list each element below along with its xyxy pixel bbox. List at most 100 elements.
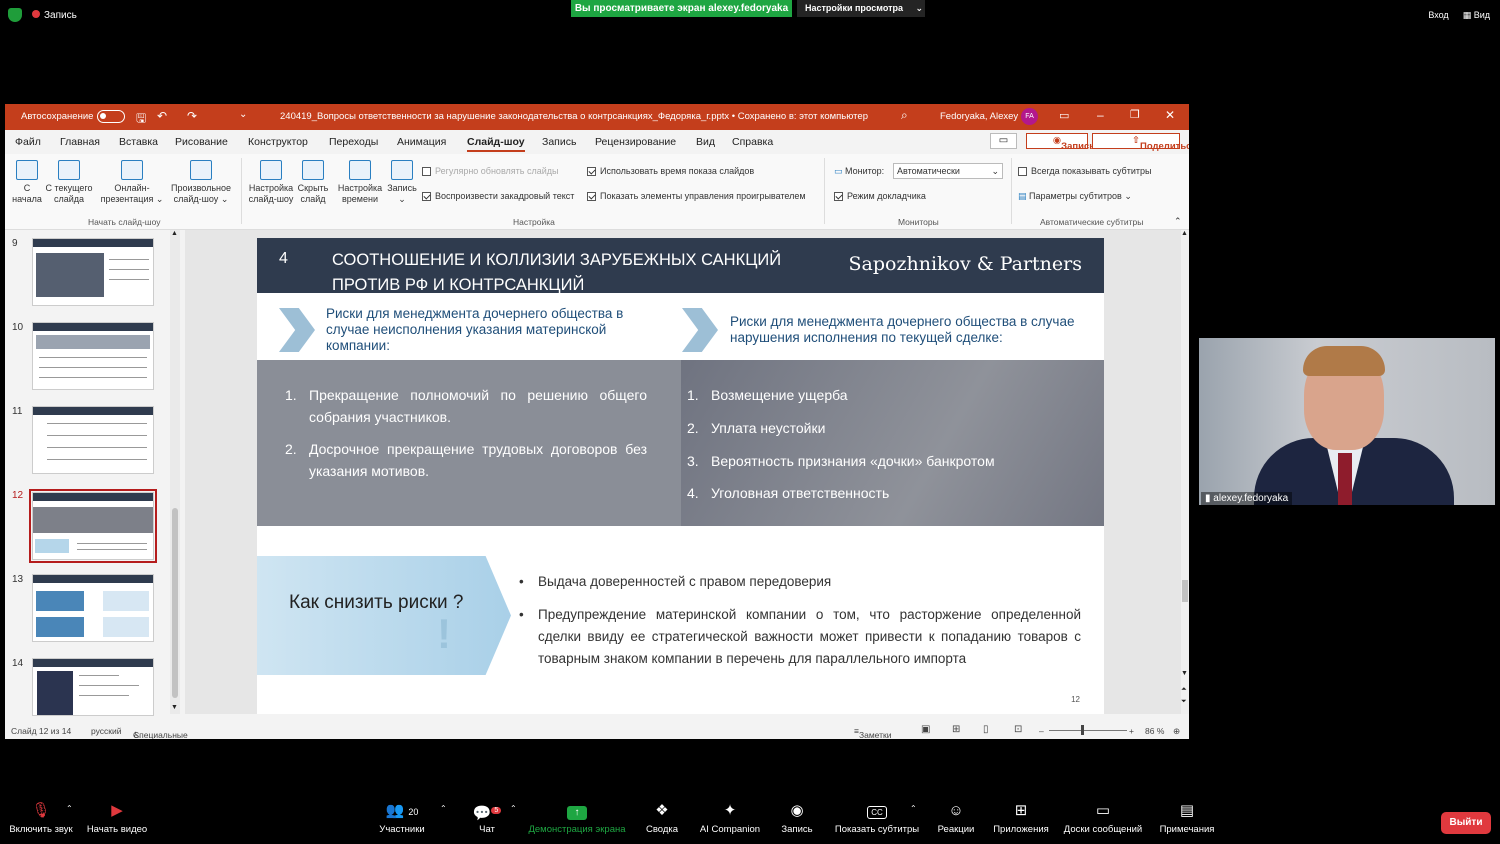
thumbnail-slide-13[interactable] bbox=[32, 574, 154, 642]
tab-insert[interactable]: Вставка bbox=[119, 136, 158, 148]
always-subtitles-checkbox[interactable]: Всегда показывать субтитры bbox=[1018, 166, 1151, 177]
tab-record[interactable]: Запись bbox=[542, 136, 576, 148]
previous-slide-icon[interactable]: ⏶ bbox=[1181, 686, 1187, 694]
from-current-button[interactable]: С текущего слайда bbox=[45, 160, 93, 205]
leave-button[interactable]: Выйти bbox=[1441, 812, 1491, 834]
ai-companion-button[interactable]: ✦ AI Companion bbox=[696, 802, 764, 835]
summary-button[interactable]: ❖ Сводка bbox=[640, 802, 684, 835]
fit-slide-icon[interactable]: ⊕ bbox=[1173, 726, 1180, 737]
record-meeting-button[interactable]: ◉ Запись bbox=[776, 802, 818, 835]
collapse-ribbon-icon[interactable]: ⌃ bbox=[1174, 216, 1182, 227]
thumbnail-slide-14[interactable] bbox=[32, 658, 154, 716]
chevron-up-icon[interactable]: ⌃ bbox=[510, 804, 517, 813]
record-show-button[interactable]: Запись ⌄ bbox=[385, 160, 419, 205]
autosave-toggle[interactable] bbox=[97, 110, 125, 123]
tab-animations[interactable]: Анимация bbox=[397, 136, 446, 148]
thumbnail-slide-10[interactable] bbox=[32, 322, 154, 390]
slide-scrollbar[interactable]: ▲ ▼ ⏶ ⏷ bbox=[1181, 230, 1189, 714]
custom-show-button[interactable]: Произвольное слайд-шоу ⌄ bbox=[167, 160, 235, 205]
start-video-button[interactable]: ▶ Начать видео bbox=[84, 802, 150, 835]
minimize-icon[interactable]: – bbox=[1097, 108, 1104, 122]
scroll-down-icon[interactable]: ▼ bbox=[171, 704, 178, 711]
slide-scroll-thumb[interactable] bbox=[1182, 580, 1188, 602]
timings-checkbox[interactable]: Использовать время показа слайдов bbox=[587, 166, 754, 177]
zoom-level[interactable]: 86 % bbox=[1145, 726, 1164, 736]
language[interactable]: русский bbox=[91, 726, 122, 736]
from-beginning-button[interactable]: Сначала bbox=[11, 160, 43, 205]
tab-file[interactable]: Файл bbox=[15, 136, 41, 148]
tab-transitions[interactable]: Переходы bbox=[329, 136, 378, 148]
tab-draw[interactable]: Рисование bbox=[175, 136, 228, 148]
record-button[interactable]: ◉ Запись bbox=[1026, 133, 1095, 152]
narration-checkbox[interactable]: Воспроизвести закадровый текст bbox=[422, 191, 574, 202]
thumb-number: 14 bbox=[12, 658, 24, 669]
monitor-select[interactable]: Автоматически ⌄ bbox=[893, 163, 1003, 179]
scroll-down-icon[interactable]: ▼ bbox=[1181, 670, 1188, 677]
controls-checkbox[interactable]: Показать элементы управления проигрывате… bbox=[587, 191, 806, 202]
slide[interactable]: 4 СООТНОШЕНИЕ И КОЛЛИЗИИ ЗАРУБЕЖНЫХ САНК… bbox=[257, 238, 1104, 714]
sorter-view-icon[interactable]: ⊞ bbox=[952, 724, 960, 735]
ribbon-display-icon[interactable]: ▭ bbox=[1059, 109, 1069, 122]
zoom-slider-thumb[interactable] bbox=[1081, 725, 1084, 735]
undo-icon[interactable]: ↶ bbox=[157, 109, 167, 123]
refresh-checkbox[interactable]: Регулярно обновлять слайды bbox=[422, 166, 558, 177]
subtitle-settings-button[interactable]: ▤ Параметры субтитров ⌄ bbox=[1018, 191, 1132, 202]
thumbnail-slide-12-selected[interactable] bbox=[29, 489, 157, 563]
signin-button[interactable]: Вход bbox=[1428, 10, 1448, 21]
zoom-in-icon[interactable]: + bbox=[1129, 726, 1134, 736]
thumbnail-slide-9[interactable] bbox=[32, 238, 154, 306]
next-slide-icon[interactable]: ⏷ bbox=[1181, 698, 1187, 706]
share-button[interactable]: ⇧ Поделиться bbox=[1092, 133, 1189, 152]
thumbnail-scroll-thumb[interactable] bbox=[172, 508, 178, 698]
scroll-up-icon[interactable]: ▲ bbox=[1181, 230, 1188, 237]
search-icon[interactable]: ⌕ bbox=[901, 108, 908, 123]
share-screen-button[interactable]: ↑ Демонстрация экрана bbox=[526, 802, 628, 835]
tab-review[interactable]: Рецензирование bbox=[595, 136, 676, 148]
normal-view-icon[interactable]: ▣ bbox=[921, 724, 930, 735]
tab-view[interactable]: Вид bbox=[696, 136, 715, 148]
tab-design[interactable]: Конструктор bbox=[248, 136, 308, 148]
customize-icon[interactable]: ⌄ bbox=[239, 109, 247, 120]
scroll-up-icon[interactable]: ▲ bbox=[171, 230, 178, 237]
whiteboards-button[interactable]: ▭ Доски сообщений bbox=[1060, 802, 1146, 835]
rehearse-l1: Настройка bbox=[337, 183, 383, 193]
comments-icon[interactable]: ▭ bbox=[990, 133, 1017, 149]
share-banner: Вы просматриваете экран alexey.fedoryaka bbox=[571, 0, 792, 17]
view-settings-button[interactable]: Настройки просмотра ⌄ bbox=[797, 0, 925, 17]
notes-button[interactable]: ≡ Заметки bbox=[854, 726, 891, 739]
setup-show-button[interactable]: Настройка слайд-шоу bbox=[245, 160, 297, 205]
chevron-up-icon[interactable]: ⌃ bbox=[440, 804, 447, 813]
tab-slideshow[interactable]: Слайд-шоу bbox=[467, 136, 525, 152]
rehearse-button[interactable]: Настройка времени bbox=[336, 160, 384, 205]
participant-video[interactable] bbox=[1199, 338, 1495, 505]
presenter-view-checkbox[interactable]: Режим докладчика bbox=[834, 191, 926, 202]
view-button[interactable]: ▦ Вид bbox=[1463, 10, 1490, 21]
unmute-label: Включить звук bbox=[9, 824, 73, 835]
recording-indicator[interactable]: Запись bbox=[8, 8, 77, 22]
captions-button[interactable]: CC Показать субтитры bbox=[832, 802, 922, 835]
notes-zoom-button[interactable]: ▤ Примечания bbox=[1156, 802, 1218, 835]
reading-view-icon[interactable]: ▯ bbox=[983, 724, 989, 735]
zoom-out-icon[interactable]: – bbox=[1039, 726, 1044, 736]
zoom-slider[interactable] bbox=[1049, 730, 1127, 731]
thumbnail-scrollbar[interactable]: ▲ ▼ bbox=[170, 230, 180, 714]
reactions-button[interactable]: ☺ Реакции bbox=[934, 802, 978, 835]
close-icon[interactable]: ✕ bbox=[1165, 108, 1175, 122]
chevron-up-icon[interactable]: ⌃ bbox=[910, 804, 917, 813]
apps-button[interactable]: ⊞ Приложения bbox=[990, 802, 1052, 835]
redo-icon[interactable]: ↷ bbox=[187, 109, 197, 123]
file-title[interactable]: 240419_Вопросы ответственности за наруше… bbox=[280, 111, 868, 122]
user-name[interactable]: Fedoryaka, Alexey bbox=[940, 111, 1018, 122]
thumbnail-slide-11[interactable] bbox=[32, 406, 154, 474]
tab-home[interactable]: Главная bbox=[60, 136, 100, 148]
avatar[interactable]: FA bbox=[1021, 108, 1038, 125]
participants-button[interactable]: 👥 20 Участники bbox=[374, 802, 430, 835]
save-icon[interactable]: 🖫 bbox=[136, 109, 146, 130]
hide-slide-button[interactable]: Скрыть слайд bbox=[295, 160, 331, 205]
slideshow-view-icon[interactable]: ⊡ bbox=[1014, 724, 1022, 735]
restore-icon[interactable]: ❐ bbox=[1130, 108, 1140, 121]
tab-help[interactable]: Справка bbox=[732, 136, 773, 148]
chat-button[interactable]: 💬 5 Чат bbox=[470, 802, 504, 835]
chevron-up-icon[interactable]: ⌃ bbox=[66, 804, 73, 813]
online-present-button[interactable]: Онлайн-презентация ⌄ bbox=[99, 160, 165, 205]
